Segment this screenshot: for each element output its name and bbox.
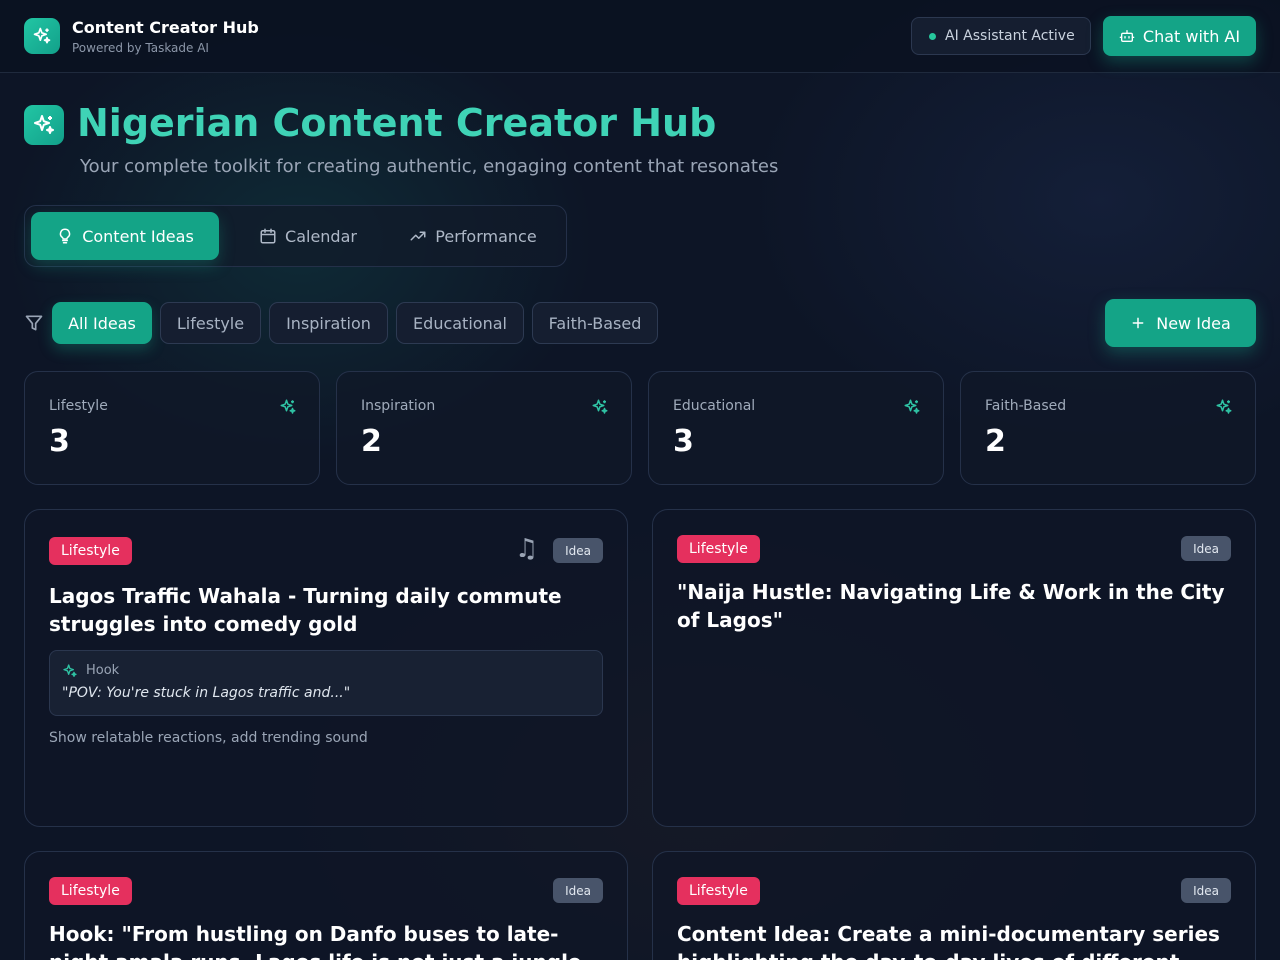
idea-title: "Naija Hustle: Navigating Life & Work in… — [677, 580, 1225, 632]
filter-chip-educational[interactable]: Educational — [396, 302, 524, 344]
lightbulb-icon — [59, 228, 71, 244]
stat-label: Lifestyle — [49, 398, 108, 414]
top-bar: Content Creator Hub Powered by Taskade A… — [0, 0, 1280, 73]
idea-card[interactable]: Lifestyle ♫ Idea Lagos Traffic Wahala - … — [24, 509, 628, 827]
stat-value: 3 — [673, 424, 694, 459]
stat-value: 2 — [361, 424, 382, 459]
new-idea-button[interactable]: New Idea — [1105, 299, 1256, 347]
filter-icon — [24, 313, 44, 337]
sparkles-icon — [1215, 398, 1233, 420]
tab-calendar[interactable]: Calendar — [233, 212, 383, 260]
sparkles-icon — [591, 398, 609, 420]
stat-label: Inspiration — [361, 398, 436, 414]
ai-status-badge: AI Assistant Active — [911, 17, 1091, 55]
category-badge: Lifestyle — [49, 537, 132, 565]
stat-label: Faith-Based — [985, 398, 1067, 414]
idea-card[interactable]: Lifestyle Idea Content Idea: Create a mi… — [652, 851, 1256, 960]
status-badge: Idea — [553, 538, 603, 563]
stat-label: Educational — [673, 398, 756, 414]
idea-card[interactable]: Lifestyle Idea "Naija Hustle: Navigating… — [652, 509, 1256, 827]
music-note-icon: ♫ — [515, 534, 539, 564]
app-subtitle: Powered by Taskade AI — [72, 41, 209, 55]
tab-label: Content Ideas — [82, 226, 194, 246]
bot-icon — [1119, 30, 1135, 42]
idea-title: Content Idea: Create a mini-documentary … — [677, 922, 1220, 960]
sparkles-icon — [903, 398, 921, 420]
trending-up-icon — [410, 231, 426, 241]
idea-title: Lagos Traffic Wahala - Turning daily com… — [49, 584, 562, 636]
hook-label: Hook — [86, 663, 120, 678]
status-badge: Idea — [553, 878, 603, 903]
sparkles-icon — [62, 663, 78, 683]
sparkles-icon — [24, 105, 64, 145]
new-idea-label: New Idea — [1156, 313, 1231, 333]
sparkles-icon — [279, 398, 297, 420]
chat-with-ai-button[interactable]: Chat with AI — [1103, 16, 1256, 56]
ai-status-label: AI Assistant Active — [945, 28, 1075, 44]
sparkles-icon — [24, 18, 60, 54]
category-badge: Lifestyle — [677, 877, 760, 905]
idea-card[interactable]: Lifestyle Idea Hook: "From hustling on D… — [24, 851, 628, 960]
page-subtitle: Your complete toolkit for creating authe… — [80, 156, 779, 177]
hook-text: "POV: You're stuck in Lagos traffic and.… — [62, 685, 351, 701]
stat-value: 2 — [985, 424, 1006, 459]
stat-card-inspiration: Inspiration 2 — [336, 371, 632, 485]
tab-label: Calendar — [285, 226, 357, 246]
tab-label: Performance — [435, 226, 537, 246]
app-title: Content Creator Hub — [72, 18, 259, 37]
stat-card-lifestyle: Lifestyle 3 — [24, 371, 320, 485]
tab-content-ideas[interactable]: Content Ideas — [31, 212, 219, 260]
category-badge: Lifestyle — [677, 535, 760, 563]
hook-box: Hook "POV: You're stuck in Lagos traffic… — [49, 650, 603, 716]
status-badge: Idea — [1181, 878, 1231, 903]
view-tabs: Content Ideas Calendar Performance — [24, 205, 567, 267]
calendar-icon — [260, 228, 276, 244]
filter-chip-all-ideas[interactable]: All Ideas — [52, 302, 152, 344]
tab-performance[interactable]: Performance — [393, 212, 553, 260]
filter-chip-faith-based[interactable]: Faith-Based — [532, 302, 658, 344]
filter-chip-lifestyle[interactable]: Lifestyle — [160, 302, 261, 344]
status-badge: Idea — [1181, 536, 1231, 561]
stat-value: 3 — [49, 424, 70, 459]
status-dot-icon — [929, 32, 936, 40]
idea-title: Hook: "From hustling on Danfo buses to l… — [49, 922, 582, 960]
stat-card-faith-based: Faith-Based 2 — [960, 371, 1256, 485]
filter-chip-inspiration[interactable]: Inspiration — [269, 302, 388, 344]
page-title: Nigerian Content Creator Hub — [77, 101, 717, 145]
plus-icon — [1132, 317, 1144, 329]
idea-description: Show relatable reactions, add trending s… — [49, 730, 368, 746]
category-badge: Lifestyle — [49, 877, 132, 905]
stat-card-educational: Educational 3 — [648, 371, 944, 485]
chat-button-label: Chat with AI — [1142, 26, 1241, 46]
